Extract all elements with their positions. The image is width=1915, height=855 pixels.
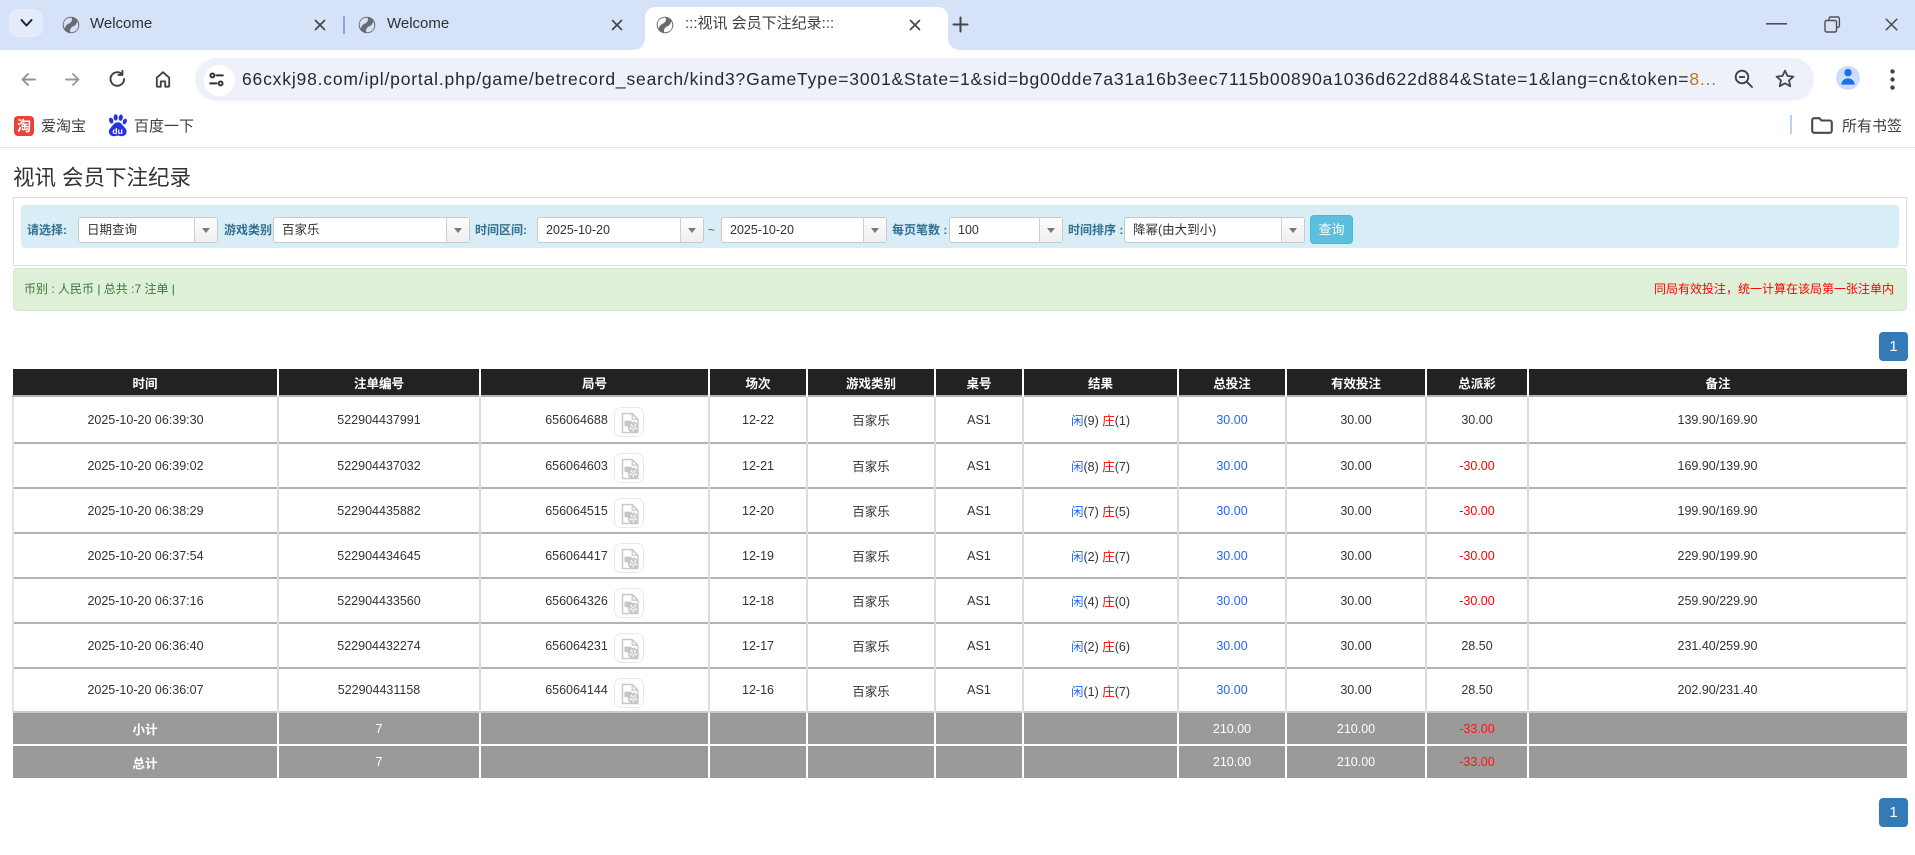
svg-text:du: du xyxy=(112,126,122,136)
